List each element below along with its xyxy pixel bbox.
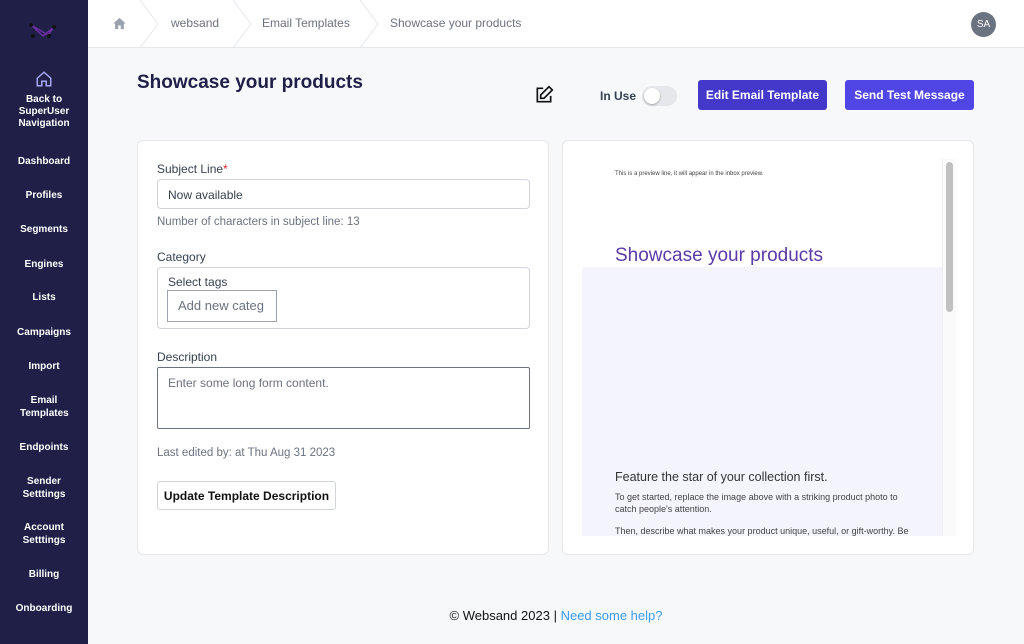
breadcrumb: websand Email Templates Showcase your pr…	[88, 0, 1024, 48]
sidebar-item-dashboard[interactable]: Dashboard	[0, 155, 88, 168]
preview-paragraph: To get started, replace the image above …	[615, 492, 898, 514]
in-use-toggle[interactable]	[642, 86, 677, 106]
preview-paragraph: Then, describe what makes your product u…	[615, 526, 909, 536]
required-mark: *	[223, 162, 228, 176]
template-form-card: Subject Line* Now available Number of ch…	[137, 140, 549, 555]
sidebar-item-campaigns[interactable]: Campaigns	[0, 326, 88, 339]
add-category-input[interactable]: Add new categ	[167, 290, 277, 322]
chevron-separator	[233, 0, 252, 48]
help-link[interactable]: Need some help?	[561, 608, 663, 623]
subject-label: Subject Line*	[157, 162, 228, 176]
sidebar-item-import[interactable]: Import	[0, 360, 88, 373]
toggle-knob	[644, 88, 660, 104]
scrollbar-thumb[interactable]	[946, 162, 953, 312]
breadcrumb-current: Showcase your products	[390, 16, 522, 30]
sidebar-item-lists[interactable]: Lists	[0, 291, 88, 304]
last-edited: Last edited by: at Thu Aug 31 2023	[157, 447, 336, 459]
preview-line: This is a preview line, it will appear i…	[615, 171, 764, 177]
subject-input[interactable]: Now available	[157, 179, 530, 209]
footer: © Websand 2023 | Need some help?	[449, 608, 663, 623]
edit-icon[interactable]	[534, 85, 554, 105]
description-textarea[interactable]: Enter some long form content.	[157, 367, 530, 429]
avatar[interactable]: SA	[971, 12, 996, 37]
update-template-description-button[interactable]: Update Template Description	[157, 481, 336, 510]
breadcrumb-email-templates[interactable]: Email Templates	[262, 16, 350, 30]
sidebar: Back to SuperUser Navigation Dashboard P…	[0, 0, 88, 644]
chevron-separator	[360, 0, 379, 48]
preview-heading: Feature the star of your collection firs…	[615, 470, 828, 484]
preview-body: Feature the star of your collection firs…	[582, 267, 942, 536]
edit-email-template-button[interactable]: Edit Email Template	[698, 80, 827, 110]
sidebar-item-sender-settings[interactable]: Sender Setttings	[0, 475, 88, 501]
category-label: Category	[157, 250, 206, 264]
sidebar-item-email-templates[interactable]: Email Templates	[0, 394, 88, 420]
category-tags-field[interactable]: Select tags Add new categ	[157, 267, 530, 329]
sidebar-item-billing[interactable]: Billing	[0, 568, 88, 581]
home-icon[interactable]	[112, 16, 127, 31]
email-preview-card: This is a preview line, it will appear i…	[562, 140, 974, 555]
select-tags-label: Select tags	[168, 275, 228, 289]
breadcrumb-websand[interactable]: websand	[171, 16, 219, 30]
home-icon	[36, 71, 52, 87]
sidebar-item-onboarding[interactable]: Onboarding	[0, 602, 88, 615]
sidebar-item-profiles[interactable]: Profiles	[0, 189, 88, 202]
email-preview-frame: This is a preview line, it will appear i…	[582, 159, 956, 536]
in-use-label: In Use	[600, 89, 637, 103]
preview-scrollbar[interactable]	[942, 159, 956, 536]
description-label: Description	[157, 350, 218, 364]
send-test-message-button[interactable]: Send Test Message	[845, 80, 974, 110]
sidebar-item-segments[interactable]: Segments	[0, 223, 88, 236]
back-to-superuser[interactable]: Back to SuperUser Navigation	[0, 70, 88, 130]
sidebar-item-account-settings[interactable]: Account Setttings	[0, 521, 88, 547]
preview-title: Showcase your products	[615, 245, 824, 266]
sidebar-item-endpoints[interactable]: Endpoints	[0, 441, 88, 454]
page-title: Showcase your products	[137, 72, 363, 93]
sidebar-item-engines[interactable]: Engines	[0, 258, 88, 271]
chevron-separator	[140, 0, 159, 48]
websand-logo[interactable]	[28, 20, 60, 40]
char-count: Number of characters in subject line: 13	[157, 216, 360, 228]
